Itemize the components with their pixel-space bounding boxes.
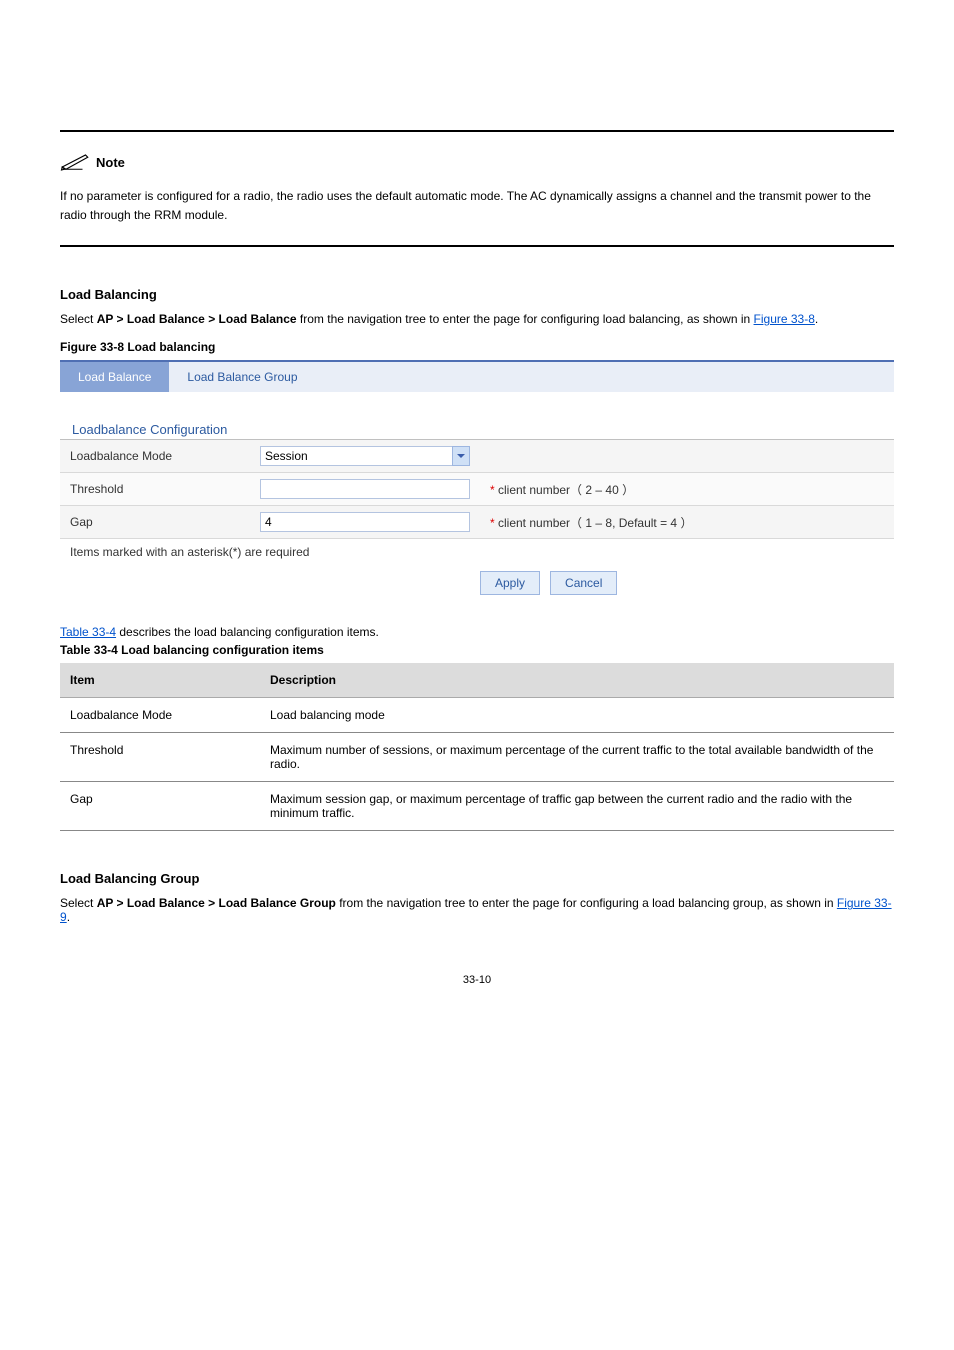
- note-body: If no parameter is configured for a radi…: [60, 187, 894, 225]
- mode-select[interactable]: [260, 446, 470, 466]
- label-gap: Gap: [60, 506, 250, 539]
- section1-nav: AP > Load Balance > Load Balance: [97, 312, 297, 326]
- cell-item: Gap: [60, 782, 260, 831]
- table-ref-sentence: Table 33-4 describes the load balancing …: [60, 625, 894, 639]
- description-table: Item Description Loadbalance Mode Load b…: [60, 663, 894, 831]
- loadbalance-form-table: Loadbalance Mode Threshold * client numb…: [60, 439, 894, 539]
- section1-lead: Select: [60, 312, 93, 326]
- note-heading: Note: [60, 142, 894, 175]
- widget-section-title: Loadbalance Configuration: [72, 422, 894, 437]
- row-threshold: Threshold * client number（ 2 – 40 ）: [60, 473, 894, 506]
- table-row: Loadbalance Mode Load balancing mode: [60, 698, 894, 733]
- cell-desc: Maximum session gap, or maximum percenta…: [260, 782, 894, 831]
- figure-caption: Figure 33-8 Load balancing: [60, 340, 894, 354]
- gap-input[interactable]: [260, 512, 470, 532]
- cell-desc: Load balancing mode: [260, 698, 894, 733]
- section1-figref-link[interactable]: Figure 33-8: [754, 312, 815, 326]
- note-bottom-rule: [60, 245, 894, 247]
- note-block: Note If no parameter is configured for a…: [60, 142, 894, 247]
- tab-load-balance-group[interactable]: Load Balance Group: [169, 362, 315, 392]
- section2-tail: from the navigation tree to enter the pa…: [339, 896, 837, 910]
- chevron-down-icon[interactable]: [452, 446, 470, 466]
- loadbalance-widget: Load Balance Load Balance Group Loadbala…: [60, 360, 894, 595]
- button-row: Apply Cancel: [480, 571, 894, 595]
- cell-item: Threshold: [60, 733, 260, 782]
- apply-button[interactable]: Apply: [480, 571, 540, 595]
- col-description: Description: [260, 663, 894, 698]
- section2-nav-sentence: Select AP > Load Balance > Load Balance …: [60, 896, 894, 924]
- note-label: Note: [96, 155, 125, 170]
- section1-tail: from the navigation tree to enter the pa…: [300, 312, 754, 326]
- section1-nav-sentence: Select AP > Load Balance > Load Balance …: [60, 312, 894, 326]
- required-note: Items marked with an asterisk(*) are req…: [70, 545, 894, 559]
- note-icon: [60, 150, 90, 175]
- row-mode: Loadbalance Mode: [60, 440, 894, 473]
- section2-nav: AP > Load Balance > Load Balance Group: [97, 896, 336, 910]
- label-threshold: Threshold: [60, 473, 250, 506]
- threshold-input[interactable]: [260, 479, 470, 499]
- mode-select-value[interactable]: [260, 446, 470, 466]
- col-item: Item: [60, 663, 260, 698]
- section2-lead: Select: [60, 896, 97, 910]
- label-mode: Loadbalance Mode: [60, 440, 250, 473]
- hint-threshold: * client number（ 2 – 40 ）: [480, 473, 894, 506]
- cell-item: Loadbalance Mode: [60, 698, 260, 733]
- section-title-load-balancing-group: Load Balancing Group: [60, 871, 894, 886]
- table-caption: Table 33-4 Load balancing configuration …: [60, 643, 894, 657]
- table-row: Gap Maximum session gap, or maximum perc…: [60, 782, 894, 831]
- section-title-load-balancing: Load Balancing: [60, 287, 894, 302]
- table-row: Threshold Maximum number of sessions, or…: [60, 733, 894, 782]
- tab-bar: Load Balance Load Balance Group: [60, 362, 894, 392]
- cell-desc: Maximum number of sessions, or maximum p…: [260, 733, 894, 782]
- table-ref-link[interactable]: Table 33-4: [60, 625, 116, 639]
- cancel-button[interactable]: Cancel: [550, 571, 617, 595]
- table-header-row: Item Description: [60, 663, 894, 698]
- row-gap: Gap * client number（ 1 – 8, Default = 4 …: [60, 506, 894, 539]
- hint-mode: [480, 440, 894, 473]
- page-number: 33-10: [60, 974, 894, 986]
- tab-load-balance[interactable]: Load Balance: [60, 362, 169, 392]
- hint-gap: * client number（ 1 – 8, Default = 4 ）: [480, 506, 894, 539]
- top-rule: [60, 130, 894, 132]
